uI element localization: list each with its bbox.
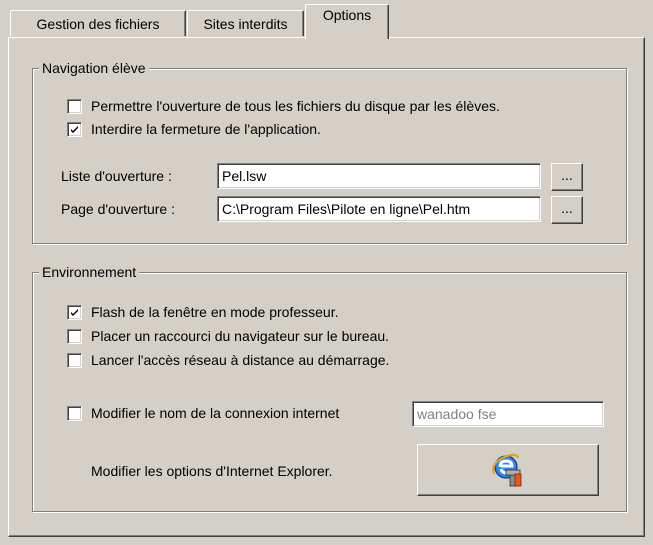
connection-name-checkbox[interactable] — [67, 406, 82, 421]
tab-gestion-des-fichiers[interactable]: Gestion des fichiers — [10, 10, 186, 36]
tab-sites-interdits[interactable]: Sites interdits — [187, 10, 304, 36]
list-label: Liste d'ouverture : — [61, 168, 172, 184]
allow-all-files-checkbox[interactable] — [67, 99, 82, 114]
options-tab-page: Navigation élève Permettre l'ouverture d… — [8, 37, 645, 537]
internet-explorer-settings-icon — [492, 453, 522, 487]
shortcut-checkbox[interactable] — [67, 329, 82, 344]
page-browse-button[interactable]: ... — [551, 196, 583, 224]
tab-label: Sites interdits — [203, 16, 288, 32]
navigation-eleve-title: Navigation élève — [39, 59, 149, 77]
ie-options-button[interactable] — [417, 444, 599, 496]
list-field[interactable]: Pel.lsw — [217, 163, 541, 189]
list-browse-button[interactable]: ... — [551, 163, 583, 191]
connection-name-label: Modifier le nom de la connexion internet — [91, 405, 340, 421]
checkmark-icon — [71, 126, 78, 133]
forbid-close-label: Interdire la fermeture de l'application. — [91, 121, 321, 137]
remote-access-label: Lancer l'accès réseau à distance au déma… — [91, 352, 390, 368]
page-field[interactable]: C:\Program Files\Pilote en ligne\Pel.htm — [217, 196, 541, 222]
tab-label: Gestion des fichiers — [36, 16, 160, 32]
flash-label: Flash de la fenêtre en mode professeur. — [91, 304, 339, 320]
flash-checkbox[interactable] — [67, 305, 82, 320]
remote-access-checkbox[interactable] — [67, 353, 82, 368]
tab-options[interactable]: Options — [305, 4, 389, 39]
shortcut-label: Placer un raccourci du navigateur sur le… — [91, 328, 390, 344]
checkmark-icon — [71, 309, 78, 316]
forbid-close-checkbox[interactable] — [67, 122, 82, 137]
connection-name-field[interactable]: wanadoo fse — [412, 401, 604, 427]
allow-all-files-label: Permettre l'ouverture de tous les fichie… — [91, 98, 500, 114]
ie-options-label: Modifier les options d'Internet Explorer… — [91, 463, 333, 479]
environnement-title: Environnement — [39, 263, 140, 281]
tab-label: Options — [322, 7, 372, 23]
environnement-group: Environnement Flash de la fenêtre en mod… — [32, 263, 627, 512]
page-label: Page d'ouverture : — [61, 201, 175, 217]
navigation-eleve-group: Navigation élève Permettre l'ouverture d… — [32, 59, 627, 244]
